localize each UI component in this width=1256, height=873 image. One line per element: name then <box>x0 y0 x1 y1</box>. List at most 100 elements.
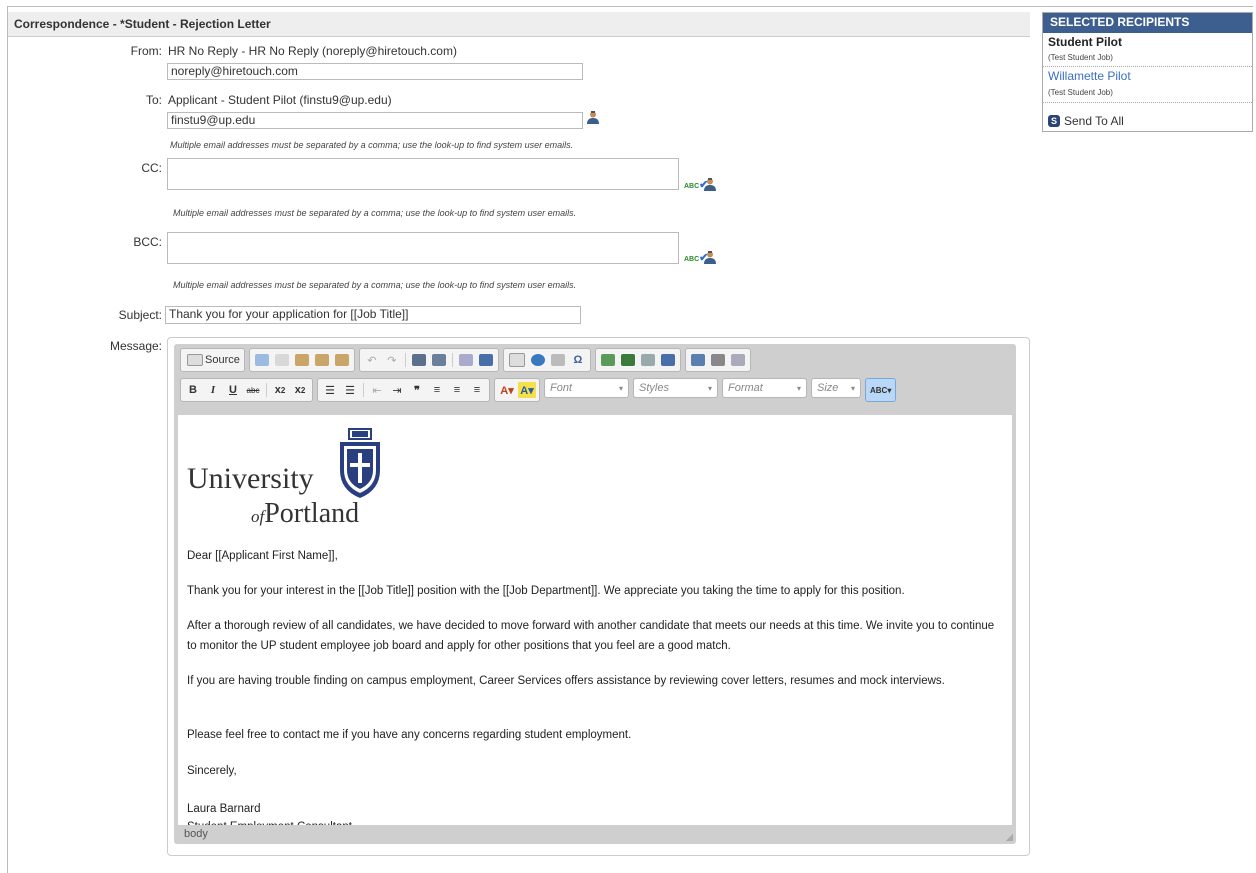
cut-icon[interactable] <box>254 354 269 366</box>
from-email-input[interactable]: noreply@hiretouch.com <box>167 63 583 80</box>
bcc-textarea[interactable] <box>167 232 679 264</box>
flag-icon[interactable] <box>660 354 675 366</box>
format-select[interactable]: Format ▾ <box>722 378 807 398</box>
from-label: From: <box>130 44 162 58</box>
copy-icon[interactable] <box>274 354 289 366</box>
subject-label: Subject: <box>118 308 162 322</box>
user-lookup-icon[interactable] <box>703 250 717 264</box>
toolbar-separator <box>266 383 267 397</box>
recipient-job: (Test Student Job) <box>1048 53 1113 62</box>
table-icon[interactable] <box>690 354 705 366</box>
bg-color-icon[interactable]: A▾ <box>518 382 536 398</box>
undo-icon[interactable]: ↶ <box>363 352 381 368</box>
outdent-icon[interactable]: ⇤ <box>368 382 386 398</box>
numbered-list-icon[interactable]: ☰ <box>321 382 339 398</box>
cc-hint: Multiple email addresses must be separat… <box>173 208 577 218</box>
blockquote-icon[interactable]: ❞ <box>408 382 426 398</box>
bullet-list-icon[interactable]: ☰ <box>341 382 359 398</box>
chevron-down-icon: ▾ <box>850 383 855 393</box>
letter-paragraph: After a thorough review of all candidate… <box>187 620 995 652</box>
source-button[interactable]: Source <box>184 352 241 368</box>
recipient-name[interactable]: Student Pilot <box>1048 35 1122 49</box>
divider <box>1043 102 1252 103</box>
font-select-label: Font <box>550 382 573 394</box>
subject-input[interactable]: Thank you for your application for [[Job… <box>165 306 581 324</box>
chevron-down-icon: ▾ <box>796 383 801 393</box>
user-lookup-icon[interactable] <box>703 177 717 191</box>
redo-icon[interactable]: ↷ <box>383 352 401 368</box>
link-icon[interactable] <box>620 354 635 366</box>
italic-icon[interactable]: I <box>204 382 222 398</box>
editor-content[interactable]: University ofPortland Dear [[Applicant F… <box>178 415 1012 825</box>
logo-of-text: of <box>251 507 265 526</box>
image-icon[interactable] <box>600 354 615 366</box>
logo-portland-word: Portland <box>264 498 360 529</box>
to-email-input[interactable]: finstu9@up.edu <box>167 112 583 129</box>
cc-textarea[interactable] <box>167 158 679 190</box>
paste-icon[interactable] <box>294 354 309 366</box>
paste-text-icon[interactable] <box>314 354 329 366</box>
special-char-icon[interactable]: Ω <box>569 352 587 368</box>
styles-select-label: Styles <box>639 382 669 394</box>
letter-closing: Sincerely, <box>187 765 237 777</box>
font-select[interactable]: Font ▾ <box>544 378 629 398</box>
chevron-down-icon: ▾ <box>707 383 712 393</box>
align-right-icon[interactable]: ≡ <box>468 382 486 398</box>
university-shield-icon <box>340 428 380 498</box>
text-color-icon[interactable]: A▾ <box>498 382 516 398</box>
unlink-icon[interactable] <box>640 354 655 366</box>
letter-paragraph: If you are having trouble finding on cam… <box>187 675 945 687</box>
basic-styles-group: B I U abc x2 x2 <box>180 378 313 402</box>
source-group: Source <box>180 348 245 372</box>
colors-group: A▾ A▾ <box>494 378 540 402</box>
letter-paragraph: Thank you for your interest in the [[Job… <box>187 585 905 597</box>
styles-select[interactable]: Styles ▾ <box>633 378 718 398</box>
send-to-all-label: Send To All <box>1064 114 1124 128</box>
spellcheck-icon: ABC▾ <box>870 385 892 395</box>
align-center-icon[interactable]: ≡ <box>448 382 466 398</box>
paste-word-icon[interactable] <box>334 354 349 366</box>
to-hint: Multiple email addresses must be separat… <box>170 140 574 150</box>
rich-text-editor: Source ↶ ↷ Ω B I U abc x 2 x 2 ☰ ☰ ⇤ ⇥ ❞… <box>167 337 1030 856</box>
paragraph-group: ☰ ☰ ⇤ ⇥ ❞ ≡ ≡ ≡ <box>317 378 490 402</box>
subscript-icon[interactable]: x2 <box>271 382 289 398</box>
divider <box>1043 66 1252 67</box>
bcc-label: BCC: <box>133 235 162 249</box>
panel-header: Correspondence - *Student - Rejection Le… <box>8 12 1030 37</box>
iframe-icon[interactable] <box>730 354 745 366</box>
indent-icon[interactable]: ⇥ <box>388 382 406 398</box>
letter-greeting: Dear [[Applicant First Name]], <box>187 550 338 562</box>
recipient-job: (Test Student Job) <box>1048 88 1113 97</box>
to-display: Applicant - Student Pilot (finstu9@up.ed… <box>168 93 392 107</box>
editor-resize-grip-icon[interactable] <box>1005 833 1013 841</box>
anchor-icon[interactable] <box>530 354 545 366</box>
media-group <box>594 348 681 372</box>
send-icon: S <box>1048 115 1060 127</box>
underline-icon[interactable]: U <box>224 382 242 398</box>
element-path[interactable]: body <box>184 828 208 840</box>
bold-icon[interactable]: B <box>184 382 202 398</box>
select-all-icon[interactable] <box>458 354 473 366</box>
eraser-icon[interactable] <box>478 354 493 366</box>
source-label: Source <box>205 354 240 366</box>
superscript-icon[interactable]: x2 <box>291 382 309 398</box>
replace-icon[interactable] <box>431 354 446 366</box>
letter-signature-title: Student Employment Consultant <box>187 817 997 825</box>
format-select-label: Format <box>728 382 763 394</box>
recipient-link[interactable]: Willamette Pilot <box>1048 69 1131 83</box>
source-icon <box>187 354 203 366</box>
editor-toolbar-row-2: B I U abc x2 x2 ☰ ☰ ⇤ ⇥ ❞ ≡ ≡ ≡ A▾ A▾ Fo… <box>180 378 897 402</box>
from-display: HR No Reply - HR No Reply (noreply@hiret… <box>168 44 457 58</box>
user-lookup-icon[interactable] <box>586 110 600 124</box>
send-to-all-button[interactable]: S Send To All <box>1048 114 1124 128</box>
size-select-label: Size <box>817 382 839 394</box>
template-icon[interactable] <box>508 353 525 367</box>
align-left-icon[interactable]: ≡ <box>428 382 446 398</box>
page-title: Correspondence - *Student - Rejection Le… <box>14 17 271 31</box>
page-break-icon[interactable] <box>550 354 565 366</box>
spellcheck-button[interactable]: ABC▾ <box>865 378 897 402</box>
find-icon[interactable] <box>411 354 426 366</box>
strike-icon[interactable]: abc <box>244 382 262 398</box>
size-select[interactable]: Size ▾ <box>811 378 861 398</box>
horizontal-rule-icon[interactable] <box>710 354 725 366</box>
